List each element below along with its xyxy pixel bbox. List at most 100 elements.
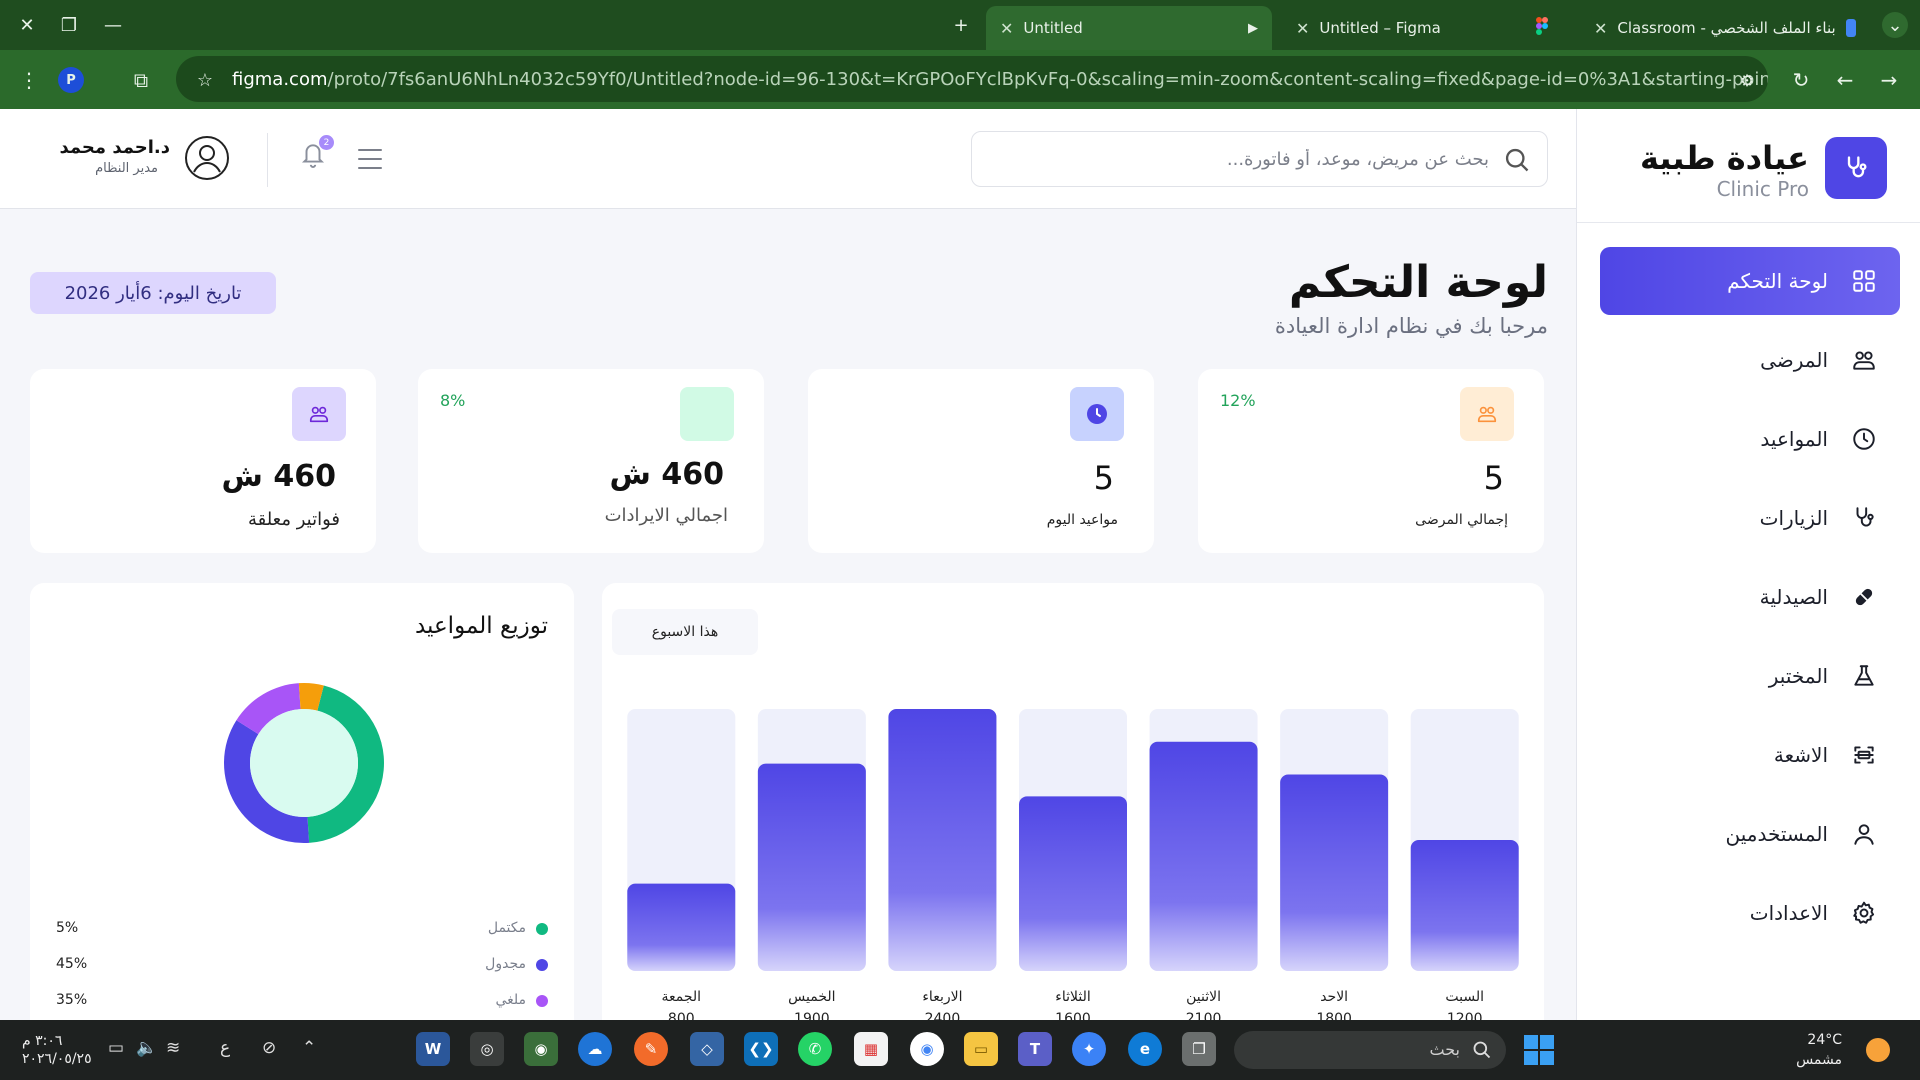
- edge-app-icon[interactable]: e: [1128, 1032, 1162, 1066]
- forward-arrow-icon[interactable]: →: [1874, 65, 1904, 95]
- bar-category-label: السبت: [1445, 989, 1484, 1005]
- grid-icon: [1850, 267, 1878, 295]
- stat-label: فواتير معلقة: [247, 509, 340, 530]
- weather-widget[interactable]: 24°C مشمس: [1786, 1030, 1842, 1070]
- stethoscope-icon: [1850, 504, 1878, 532]
- money-icon: [680, 387, 734, 441]
- bar-category-label: الجمعة: [662, 989, 702, 1005]
- file-explorer-icon[interactable]: ▭: [964, 1032, 998, 1066]
- bar-value-label: 2100: [1186, 1011, 1222, 1020]
- sidebar-item-5[interactable]: المختبر: [1600, 642, 1900, 710]
- sidebar-item-1[interactable]: المرضى: [1600, 326, 1900, 394]
- sidebar-item-label: الزيارات: [1759, 506, 1828, 530]
- chrome-browser-icon[interactable]: ◉: [910, 1032, 944, 1066]
- whatsapp-app-icon[interactable]: ✆: [798, 1032, 832, 1066]
- notifications-button[interactable]: 2: [300, 135, 334, 171]
- bar-5[interactable]: [757, 763, 866, 971]
- stat-label: اجمالي الايرادات: [604, 505, 728, 526]
- windows-start-icon[interactable]: [1524, 1035, 1554, 1065]
- new-tab-button[interactable]: +: [948, 12, 974, 38]
- extensions-icon[interactable]: ⧉: [126, 65, 156, 95]
- wifi-icon[interactable]: ≋: [166, 1038, 180, 1058]
- sidebar-item-label: المواعيد: [1760, 427, 1828, 451]
- back-arrow-icon[interactable]: ←: [1830, 65, 1860, 95]
- tab-title: Untitled – Figma: [1319, 19, 1441, 37]
- browser-tab-classroom[interactable]: ✕ Classroom - بناء الملف الشخصي: [1580, 6, 1870, 50]
- today-date-badge: تاريخ اليوم: 6أيار 2026: [30, 272, 276, 314]
- task-view-icon[interactable]: ❐: [1182, 1032, 1216, 1066]
- page-title: لوحة التحكم: [1288, 257, 1548, 308]
- word-app-icon[interactable]: W: [416, 1032, 450, 1066]
- browser-tab-untitled[interactable]: ✕ Untitled ▶: [986, 6, 1272, 50]
- postman-app-icon[interactable]: ✎: [634, 1032, 668, 1066]
- legend-dot: [536, 959, 548, 971]
- bookmark-star-icon[interactable]: ☆: [190, 65, 220, 95]
- tab-close-icon[interactable]: ✕: [1000, 19, 1013, 38]
- reload-icon[interactable]: ↻: [1786, 65, 1816, 95]
- vscode-app-icon[interactable]: ❮❯: [744, 1032, 778, 1066]
- volume-icon[interactable]: 🔈: [136, 1038, 157, 1058]
- patients-icon: [1460, 387, 1514, 441]
- clock-icon: [1070, 387, 1124, 441]
- sidebar-item-0[interactable]: لوحة التحكم: [1600, 247, 1900, 315]
- window-minimize-icon[interactable]: —: [100, 12, 126, 38]
- tab-close-icon[interactable]: ✕: [1594, 19, 1607, 38]
- mysql-workbench-app-icon[interactable]: ◇: [690, 1032, 724, 1066]
- patients-icon: [1850, 346, 1878, 374]
- bar-value-label: 1900: [794, 1011, 830, 1020]
- tray-chevron-icon[interactable]: ⌃: [302, 1038, 316, 1058]
- weather-condition: مشمس: [1796, 1052, 1842, 1068]
- search-icon: [1505, 148, 1529, 172]
- legend-percent: 5%: [56, 920, 79, 936]
- bar-4[interactable]: [888, 709, 997, 971]
- bar-0[interactable]: [1410, 840, 1519, 971]
- bar-value-label: 800: [668, 1011, 695, 1020]
- sidebar-item-3[interactable]: الزيارات: [1600, 484, 1900, 552]
- tab-search-chevron-icon[interactable]: ⌄: [1882, 12, 1908, 38]
- sidebar-item-8[interactable]: الاعدادات: [1600, 879, 1900, 947]
- sidebar-item-4[interactable]: الصيدلية: [1600, 563, 1900, 631]
- browser-tab-figma[interactable]: ✕ Untitled – Figma: [1282, 6, 1562, 50]
- clock[interactable]: ٣:٠٦ م ٢٠٢٦/٠٥/٢٥: [22, 1032, 92, 1068]
- teams-app-icon[interactable]: T: [1018, 1032, 1052, 1066]
- legend-dot: [536, 995, 548, 1007]
- url-path: /proto/7fs6anU6NhLn4032c59Yf0/Untitled?n…: [327, 68, 1769, 90]
- sidebar-item-6[interactable]: الاشعة: [1600, 721, 1900, 789]
- search-icon: [1473, 1041, 1491, 1059]
- chrome-app-icon[interactable]: ◉: [524, 1032, 558, 1066]
- url-field[interactable]: figma.com/proto/7fs6anU6NhLn4032c59Yf0/U…: [176, 56, 1768, 102]
- window-close-icon[interactable]: ✕: [14, 12, 40, 38]
- chrome-profile-app-icon[interactable]: ◎: [470, 1032, 504, 1066]
- sidebar-item-7[interactable]: المستخدمين: [1600, 800, 1900, 868]
- sidebar-item-label: الصيدلية: [1759, 585, 1828, 609]
- browser-address-bar: ⋮ P ⧉ figma.com/proto/7fs6anU6NhLn4032c5…: [0, 50, 1920, 109]
- copilot-app-icon[interactable]: ✦: [1072, 1032, 1106, 1066]
- legend-label: ملغي: [495, 992, 526, 1008]
- bar-category-label: الاثنين: [1186, 989, 1221, 1005]
- sidebar-item-label: الاعدادات: [1749, 901, 1828, 925]
- user-avatar-icon[interactable]: [184, 135, 230, 181]
- browser-menu-icon[interactable]: ⋮: [14, 65, 44, 95]
- location-off-icon[interactable]: ⊘: [262, 1038, 276, 1058]
- bar-2[interactable]: [1149, 741, 1258, 971]
- weather-app-icon[interactable]: ☁: [578, 1032, 612, 1066]
- bar-3[interactable]: [1019, 796, 1127, 971]
- taskbar-search[interactable]: بحث: [1234, 1031, 1506, 1069]
- sidebar-item-2[interactable]: المواعيد: [1600, 405, 1900, 473]
- bar-6[interactable]: [627, 883, 736, 971]
- search-input[interactable]: [972, 132, 1547, 186]
- user-icon: [1850, 820, 1878, 848]
- hamburger-menu-icon[interactable]: [356, 145, 384, 173]
- notification-badge: 2: [319, 135, 334, 150]
- bar-1[interactable]: [1280, 774, 1389, 972]
- profile-avatar[interactable]: P: [58, 67, 84, 93]
- stat-value: 460 ش: [221, 459, 336, 494]
- input-language[interactable]: ع: [220, 1038, 230, 1058]
- store-app-icon[interactable]: ▦: [854, 1032, 888, 1066]
- battery-icon[interactable]: ▭: [108, 1038, 124, 1058]
- legend-item: ملغي 35%: [30, 991, 574, 1013]
- tab-close-icon[interactable]: ✕: [1296, 19, 1309, 38]
- legend-dot: [536, 923, 548, 935]
- site-settings-icon[interactable]: ⚙: [1732, 65, 1762, 95]
- window-restore-icon[interactable]: ❐: [56, 12, 82, 38]
